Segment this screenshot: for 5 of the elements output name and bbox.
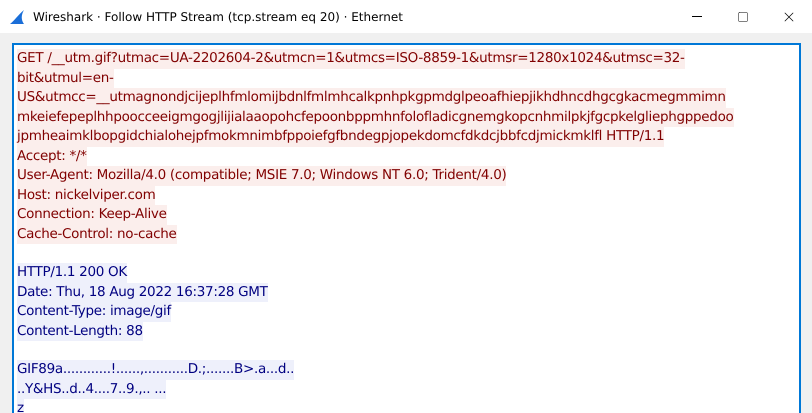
window-title: Wireshark · Follow HTTP Stream (tcp.stream eq 20) · Ethernet — [33, 8, 404, 26]
shark-fin-icon — [9, 8, 25, 24]
minimize-icon — [692, 16, 702, 17]
maximize-icon — [737, 10, 749, 22]
stream-text-area[interactable] — [12, 43, 801, 413]
